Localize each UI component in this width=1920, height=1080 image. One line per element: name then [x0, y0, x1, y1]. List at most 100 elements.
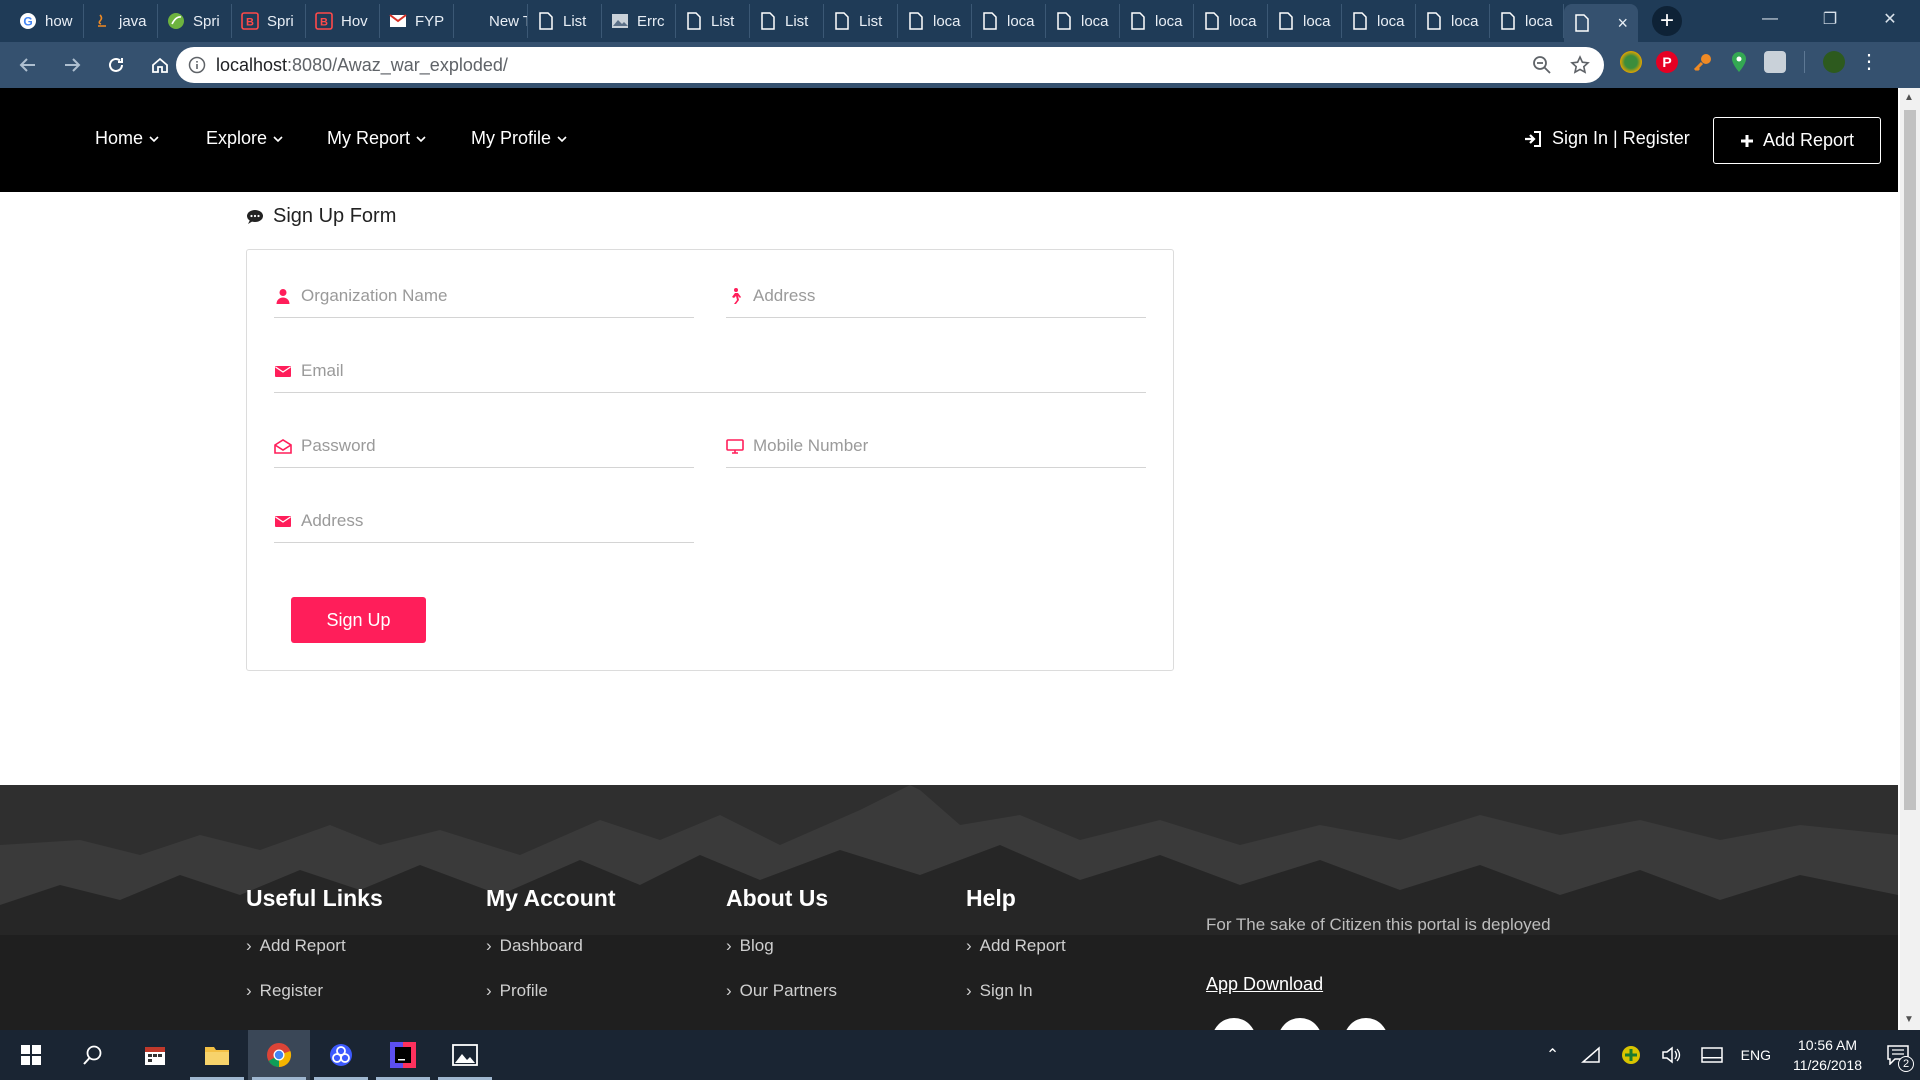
info-icon[interactable] [188, 56, 206, 74]
key-extension-icon[interactable] [1692, 51, 1714, 73]
restore-icon[interactable]: ❐ [1800, 0, 1860, 38]
close-tab-icon[interactable]: × [1617, 13, 1628, 34]
nav-my-profile[interactable]: My Profile [471, 128, 567, 149]
clock[interactable]: 10:56 AM 11/26/2018 [1793, 1035, 1862, 1075]
chevron-up-icon[interactable]: ⌃ [1535, 1045, 1571, 1065]
page-icon [1498, 11, 1518, 31]
browser-tab[interactable]: List [750, 4, 824, 38]
browser-tab[interactable]: loca [898, 4, 972, 38]
pinterest-icon[interactable]: P [1656, 51, 1678, 73]
taskbar-chrome[interactable] [248, 1030, 310, 1080]
sign-up-button[interactable]: Sign Up [291, 597, 426, 643]
antivirus-icon[interactable] [1621, 1045, 1641, 1065]
browser-tab[interactable]: List [528, 4, 602, 38]
taskbar-intellij[interactable] [372, 1030, 434, 1080]
footer-link[interactable]: › Add Report [966, 936, 1066, 981]
start-button[interactable] [0, 1030, 62, 1080]
browser-tab[interactable]: loca [1194, 4, 1268, 38]
nav-my-report[interactable]: My Report [327, 128, 426, 149]
wifi-icon[interactable] [1580, 1046, 1601, 1064]
browser-tab[interactable]: B Hov [306, 4, 380, 38]
page-icon [906, 11, 926, 31]
taskbar-photos[interactable] [434, 1030, 496, 1080]
home-button[interactable] [140, 45, 180, 85]
volume-icon[interactable] [1661, 1046, 1681, 1064]
bootstrap-icon: B [314, 11, 334, 31]
browser-tab[interactable]: List [676, 4, 750, 38]
browser-tab[interactable]: Ghow [10, 4, 84, 38]
browser-tab[interactable]: loca [972, 4, 1046, 38]
notification-center-button[interactable]: 2 [1876, 1030, 1920, 1080]
gmail-icon [388, 11, 408, 31]
address-field[interactable]: Address [726, 274, 1146, 318]
browser-tab[interactable]: Spri [158, 4, 232, 38]
taskbar-calendar-app[interactable] [124, 1030, 186, 1080]
taskbar-app-network[interactable] [310, 1030, 372, 1080]
minimize-icon[interactable]: — [1740, 0, 1800, 38]
zoom-icon[interactable] [1532, 55, 1552, 75]
nav-explore[interactable]: Explore [206, 128, 283, 149]
scrollbar-thumb[interactable] [1904, 110, 1916, 810]
scroll-down-icon[interactable]: ▼ [1904, 1014, 1914, 1025]
extension-green-icon[interactable] [1620, 51, 1642, 73]
reload-button[interactable] [96, 45, 136, 85]
windows-logo-icon [21, 1045, 41, 1065]
email-field[interactable]: Email [274, 349, 1146, 393]
nav-home[interactable]: Home [95, 128, 159, 149]
browser-tab[interactable]: loca [1490, 4, 1564, 38]
footer-tagline: For The sake of Citizen this portal is d… [1206, 915, 1551, 934]
profile-avatar[interactable] [1823, 51, 1845, 73]
keyboard-icon[interactable] [1700, 1047, 1723, 1063]
browser-tab[interactable]: FYP [380, 4, 454, 38]
scroll-up-icon[interactable]: ▲ [1904, 92, 1914, 103]
sign-in-register-link[interactable]: Sign In | Register [1524, 128, 1690, 149]
forward-button[interactable] [52, 45, 92, 85]
browser-tab[interactable]: loca [1342, 4, 1416, 38]
chevron-down-icon [273, 135, 283, 142]
footer-link[interactable]: › Dashboard [486, 936, 616, 981]
mobile-number-field[interactable]: Mobile Number [726, 424, 1146, 468]
add-report-button[interactable]: Add Report [1713, 117, 1881, 164]
chevron-right-icon: › [246, 936, 252, 955]
footer-link[interactable]: › Blog [726, 936, 837, 981]
password-field[interactable]: Password [274, 424, 694, 468]
address-field-2[interactable]: Address [274, 499, 694, 543]
extension-grey-icon[interactable] [1764, 51, 1786, 73]
maps-pin-icon[interactable] [1728, 51, 1750, 73]
mobile-number-placeholder: Mobile Number [753, 435, 869, 455]
back-button[interactable] [8, 45, 48, 85]
bookmark-star-icon[interactable] [1570, 55, 1590, 75]
browser-tab[interactable]: B Spri [232, 4, 306, 38]
taskbar-file-explorer[interactable] [186, 1030, 248, 1080]
footer-link[interactable]: › Profile [486, 981, 616, 1026]
organization-name-field[interactable]: Organization Name [274, 274, 694, 318]
search-button[interactable] [62, 1030, 124, 1080]
address-bar[interactable]: localhost:8080/Awaz_war_exploded/ [176, 47, 1604, 83]
page-scrollbar[interactable]: ▲ ▼ [1900, 88, 1920, 1030]
chevron-right-icon: › [966, 936, 972, 955]
browser-tab[interactable]: loca [1416, 4, 1490, 38]
browser-tab[interactable]: java [84, 4, 158, 38]
browser-tab-active[interactable]: × [1564, 4, 1638, 42]
close-window-icon[interactable]: ✕ [1860, 0, 1920, 38]
footer-link[interactable]: › Our Partners [726, 981, 837, 1026]
footer-my-account: My Account › Dashboard › Profile [486, 885, 616, 1026]
tab-list: Ghow java Spri B Spri B Hov FYP New Tal List Errc L… [0, 0, 1638, 42]
footer-link[interactable]: › Add Report [246, 936, 383, 981]
browser-tab[interactable]: Errc [602, 4, 676, 38]
nav-explore-label: Explore [206, 128, 268, 148]
browser-tab[interactable]: loca [1046, 4, 1120, 38]
footer-link[interactable]: › Register [246, 981, 383, 1026]
envelope-icon [275, 515, 291, 527]
extensions-area: P ⋮ [1620, 51, 1879, 73]
language-indicator[interactable]: ENG [1741, 1047, 1771, 1063]
browser-tab[interactable]: New Tal [454, 4, 528, 38]
chrome-menu-icon[interactable]: ⋮ [1859, 52, 1879, 72]
browser-tab[interactable]: List [824, 4, 898, 38]
browser-tab[interactable]: loca [1268, 4, 1342, 38]
app-download-link[interactable]: App Download [1206, 974, 1323, 995]
footer-link-label: Add Report [259, 936, 346, 955]
new-tab-button[interactable]: + [1652, 6, 1682, 36]
browser-tab[interactable]: loca [1120, 4, 1194, 38]
footer-link[interactable]: › Sign In [966, 981, 1066, 1026]
